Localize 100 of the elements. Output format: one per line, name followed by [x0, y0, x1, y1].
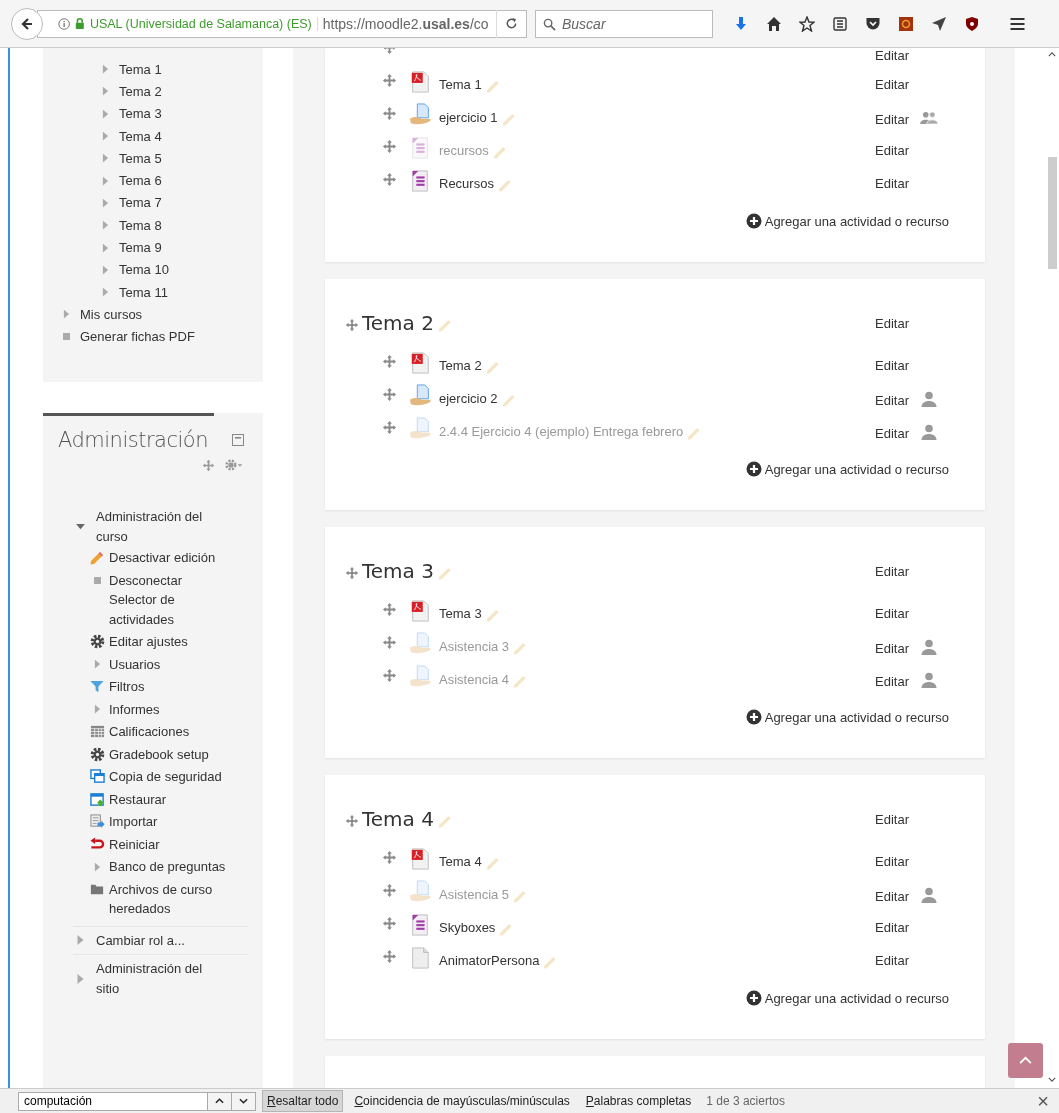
tree-item[interactable]: Gradebook setup — [109, 744, 227, 764]
activity-link[interactable]: Skyboxes — [439, 920, 496, 935]
edit-link[interactable]: Editar — [875, 315, 909, 331]
tree-item[interactable]: Desactivar edición — [109, 548, 227, 568]
tree-item[interactable]: Archivos de curso heredados — [109, 879, 227, 919]
person-icon[interactable] — [921, 423, 937, 440]
nav-item[interactable]: Tema 4 — [119, 128, 162, 144]
nav-item[interactable]: Tema 11 — [119, 284, 168, 300]
reload-icon[interactable] — [505, 17, 519, 30]
next-button[interactable] — [232, 1091, 256, 1111]
nav-item[interactable]: Tema 1 — [119, 61, 162, 77]
expand-arrow-icon[interactable] — [75, 973, 86, 984]
add-activity-link[interactable]: Agregar una actividad o recurso — [745, 990, 949, 1006]
edit-link[interactable]: Editar — [875, 425, 909, 441]
send-icon[interactable] — [931, 15, 947, 32]
activity-link[interactable]: ejercicio 2 — [439, 391, 498, 406]
edit-link[interactable]: Editar — [875, 48, 909, 63]
edit-link[interactable]: Editar — [875, 392, 909, 408]
reading-list-icon[interactable] — [832, 15, 848, 32]
nav-item[interactable]: Generar fichas PDF — [80, 329, 195, 345]
tree-item[interactable]: Reiniciar — [109, 834, 227, 854]
activity-link[interactable]: Recursos — [439, 176, 494, 191]
edit-link[interactable]: Editar — [875, 920, 909, 935]
pocket-icon[interactable] — [865, 15, 881, 32]
tree-item[interactable]: Desconectar Selector de actividades — [109, 570, 227, 629]
nav-item[interactable]: Tema 7 — [119, 195, 162, 211]
tree-item[interactable]: Cambiar rol a... — [96, 930, 216, 950]
expand-arrow-icon[interactable] — [93, 659, 101, 669]
person-icon[interactable] — [921, 671, 937, 688]
tree-item[interactable]: Filtros — [109, 677, 227, 697]
expand-arrow-icon[interactable] — [102, 197, 109, 208]
nav-item[interactable]: Tema 6 — [119, 173, 162, 189]
person-icon[interactable] — [921, 638, 937, 655]
edit-link[interactable]: Editar — [875, 358, 909, 373]
expand-arrow-icon[interactable] — [102, 220, 109, 231]
activity-link[interactable]: ejercicio 1 — [439, 110, 498, 125]
collapse-arrow-icon[interactable] — [75, 523, 86, 530]
back-button[interactable] — [11, 7, 43, 40]
tree-item[interactable]: Calificaciones — [109, 722, 227, 742]
nav-item[interactable]: Tema 9 — [119, 240, 162, 255]
expand-arrow-icon[interactable] — [63, 309, 70, 320]
edit-link[interactable]: Editar — [875, 640, 909, 656]
collapse-icon[interactable] — [232, 434, 244, 446]
nav-item[interactable]: Tema 2 — [119, 83, 162, 99]
edit-link[interactable]: Editar — [875, 888, 909, 904]
person-icon[interactable] — [921, 390, 937, 407]
scroll-to-top-button[interactable] — [1008, 1043, 1043, 1078]
activity-link[interactable]: AnimatorPersona — [439, 953, 540, 968]
activity-link[interactable]: Tema 2 — [439, 358, 482, 373]
previous-button[interactable] — [208, 1091, 232, 1111]
nav-item[interactable]: Tema 3 — [119, 106, 162, 122]
tree-item[interactable]: Administración del sitio — [96, 959, 216, 998]
search-field[interactable]: Buscar — [535, 9, 713, 38]
activity-link[interactable]: Tema 1 — [439, 77, 482, 92]
tree-item[interactable]: Informes — [109, 699, 227, 719]
site-identity[interactable]: USAL (Universidad de Salamanca) (ES) — [89, 16, 318, 31]
tree-item[interactable]: Copia de seguridad — [109, 767, 227, 787]
address-bar[interactable]: USAL (Universidad de Salamanca) (ES) https://moodle2.usal.es/co — [37, 9, 527, 38]
scroll-up-icon[interactable] — [1048, 52, 1056, 57]
people-icon[interactable] — [919, 110, 939, 125]
extension-icon[interactable] — [898, 15, 914, 32]
edit-link[interactable]: Editar — [875, 854, 909, 869]
tree-item[interactable]: Administración del curso — [96, 507, 216, 546]
menu-icon[interactable] — [1009, 15, 1026, 32]
home-icon[interactable] — [766, 15, 782, 32]
tree-item[interactable]: Banco de preguntas — [109, 857, 227, 877]
nav-item[interactable]: Mis cursos — [80, 306, 143, 322]
expand-arrow-icon[interactable] — [102, 287, 109, 298]
add-activity-link[interactable]: Agregar una actividad o recurso — [745, 461, 949, 477]
expand-arrow-icon[interactable] — [102, 242, 109, 253]
expand-arrow-icon[interactable] — [75, 935, 86, 946]
expand-arrow-icon[interactable] — [102, 131, 109, 142]
shield-icon[interactable] — [964, 15, 980, 32]
edit-link[interactable]: Editar — [875, 811, 909, 827]
activity-link[interactable]: Tema 3 — [439, 606, 482, 621]
nav-item[interactable]: Tema 10 — [119, 262, 169, 278]
expand-arrow-icon[interactable] — [102, 64, 109, 75]
nav-item[interactable]: Tema 8 — [119, 217, 162, 233]
add-activity-link[interactable]: Agregar una actividad o recurso — [745, 709, 949, 725]
expand-arrow-icon[interactable] — [102, 175, 109, 186]
info-icon[interactable] — [58, 16, 71, 31]
edit-link[interactable]: Editar — [875, 143, 909, 158]
close-button[interactable]: × — [1037, 1091, 1049, 1111]
expand-arrow-icon[interactable] — [93, 704, 101, 714]
activity-link[interactable]: Tema 4 — [439, 854, 482, 869]
edit-link[interactable]: Editar — [875, 606, 909, 621]
expand-arrow-icon[interactable] — [102, 153, 109, 164]
url-text[interactable]: https://moodle2.usal.es/co — [322, 15, 492, 32]
find-option-toggle[interactable]: Coincidencia de mayúsculas/minúsculas — [349, 1090, 575, 1112]
gear-menu-icon[interactable] — [224, 458, 243, 472]
scroll-down-icon[interactable] — [1048, 1077, 1056, 1082]
edit-link[interactable]: Editar — [875, 673, 909, 689]
edit-link[interactable]: Editar — [875, 953, 909, 968]
find-option-toggle[interactable]: Palabras completas — [580, 1090, 697, 1112]
scrollbar-thumb[interactable] — [1047, 157, 1057, 269]
expand-arrow-icon[interactable] — [93, 861, 101, 872]
expand-arrow-icon[interactable] — [102, 86, 109, 97]
find-option-toggle[interactable]: Resaltar todo — [262, 1090, 344, 1112]
edit-link[interactable]: Editar — [875, 111, 909, 127]
tree-item[interactable]: Restaurar — [109, 789, 227, 809]
